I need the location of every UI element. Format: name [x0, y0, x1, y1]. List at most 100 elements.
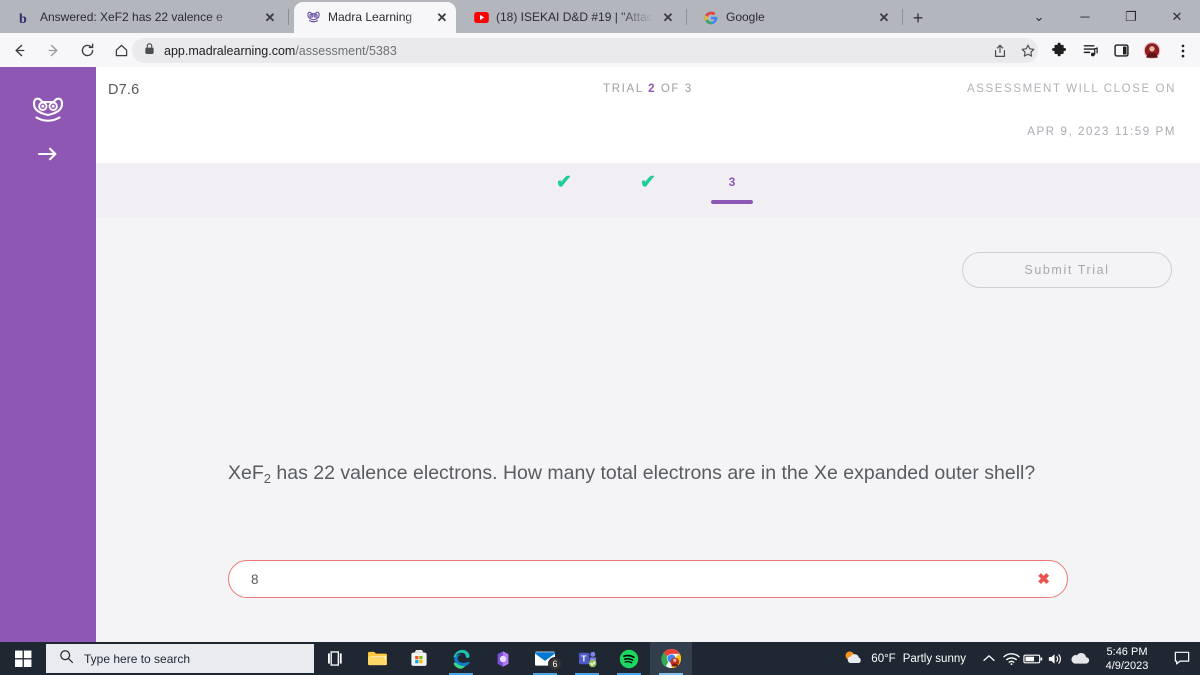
screen: b Answered: XeF2 has 22 valence e ✕ Madr	[0, 0, 1200, 675]
start-button[interactable]	[0, 642, 46, 675]
onedrive-icon[interactable]	[1066, 642, 1092, 675]
step-underline	[543, 200, 585, 204]
teams-icon[interactable]: T	[566, 642, 608, 675]
volume-icon[interactable]	[1044, 642, 1066, 675]
back-arrow-icon[interactable]	[4, 35, 34, 65]
tab-close-icon[interactable]: ✕	[262, 10, 278, 26]
question-stepper: ✔ ✔ 3	[96, 163, 1200, 217]
question-formula-subscript: 2	[263, 471, 271, 486]
tab-separator	[902, 9, 903, 25]
file-explorer-icon[interactable]	[356, 642, 398, 675]
omnibox-actions	[991, 38, 1037, 63]
stepper-step-2[interactable]: ✔	[627, 170, 669, 204]
lock-icon	[144, 42, 155, 60]
search-icon	[59, 649, 74, 669]
tab-title: (18) ISEKAI D&D #19 | "Attack on	[496, 10, 653, 24]
address-bar-url: app.madralearning.com/assessment/5383	[164, 44, 397, 58]
tab-close-icon[interactable]: ✕	[434, 10, 450, 26]
question-text: XeF2 has 22 valence electrons. How many …	[228, 456, 1058, 492]
browser-tab-4[interactable]: Google ✕	[692, 2, 898, 33]
trial-prefix: TRIAL	[603, 83, 644, 95]
answer-error-icon: ✖	[1037, 571, 1050, 588]
battery-icon[interactable]	[1022, 642, 1044, 675]
check-icon: ✔	[556, 171, 572, 193]
tab-search-chevron-icon[interactable]: ⌄	[1016, 0, 1062, 33]
reload-icon[interactable]	[72, 35, 102, 65]
owl-icon	[305, 10, 321, 26]
address-bar[interactable]: app.madralearning.com/assessment/5383	[132, 38, 1038, 63]
answer-field-wrapper: ✖	[228, 560, 1068, 598]
notification-center-icon[interactable]	[1164, 642, 1200, 675]
browser-tab-1[interactable]: b Answered: XeF2 has 22 valence e ✕	[6, 2, 284, 33]
chevron-up-icon[interactable]	[978, 642, 1000, 675]
google-g-icon	[703, 10, 719, 26]
tab-title: Google	[726, 10, 765, 24]
url-host: app.madralearning.com	[164, 43, 296, 58]
mail-badge: 6	[548, 657, 562, 671]
spotify-icon[interactable]	[608, 642, 650, 675]
browser-tab-3[interactable]: (18) ISEKAI D&D #19 | "Attack on ✕	[462, 2, 682, 33]
bookmark-star-icon[interactable]	[1019, 42, 1037, 60]
arrow-right-icon[interactable]	[35, 143, 61, 165]
trial-current: 2	[648, 83, 657, 95]
tab-separator	[288, 9, 289, 25]
close-window-button[interactable]: ✕	[1154, 0, 1200, 33]
stepper-step-1[interactable]: ✔	[543, 170, 585, 204]
browser-tab-2[interactable]: Madra Learning ✕	[294, 2, 456, 33]
edge-icon[interactable]	[440, 642, 482, 675]
clock-time: 5:46 PM	[1106, 645, 1148, 658]
stepper-items: ✔ ✔ 3	[96, 170, 1200, 204]
weather-desc: Partly sunny	[902, 652, 966, 665]
profile-avatar[interactable]	[1143, 42, 1161, 60]
task-view-icon[interactable]	[314, 642, 356, 675]
side-panel-icon[interactable]	[1112, 42, 1130, 60]
closing-datetime: APR 9, 2023 11:59 PM	[1027, 126, 1176, 138]
weather-widget[interactable]: 60°F Partly sunny	[842, 649, 978, 669]
taskbar-clock[interactable]: 5:46 PM 4/9/2023	[1092, 645, 1164, 673]
clock-date: 4/9/2023	[1105, 659, 1149, 672]
minimize-button[interactable]: ─	[1062, 0, 1108, 33]
trial-suffix: OF 3	[660, 83, 693, 95]
assessment-content: D7.6 TRIAL 2 OF 3 ASSESSMENT WILL CLOSE …	[96, 67, 1200, 675]
app-sidebar	[0, 67, 96, 642]
check-icon: ✔	[640, 171, 656, 193]
office-icon[interactable]	[482, 642, 524, 675]
browser-toolbar: app.madralearning.com/assessment/5383	[0, 33, 1200, 67]
forward-arrow-icon[interactable]	[38, 35, 68, 65]
chrome-icon[interactable]	[650, 642, 692, 675]
question-panel: Submit Trial XeF2 has 22 valence electro…	[96, 217, 1200, 675]
microsoft-store-icon[interactable]	[398, 642, 440, 675]
url-path: /assessment/5383	[295, 43, 397, 58]
step-underline	[711, 200, 753, 204]
answer-input[interactable]	[228, 560, 1068, 598]
youtube-icon	[473, 10, 489, 26]
assessment-header: D7.6 TRIAL 2 OF 3 ASSESSMENT WILL CLOSE …	[96, 67, 1200, 163]
extensions-puzzle-icon[interactable]	[1050, 42, 1068, 60]
chrome-menu-icon[interactable]	[1174, 42, 1192, 60]
mail-icon[interactable]: 6	[524, 642, 566, 675]
page-viewport: D7.6 TRIAL 2 OF 3 ASSESSMENT WILL CLOSE …	[0, 67, 1200, 675]
wifi-icon[interactable]	[1000, 642, 1022, 675]
taskbar-search[interactable]: Type here to search	[46, 644, 314, 673]
closing-label: ASSESSMENT WILL CLOSE ON	[966, 83, 1176, 95]
svg-text:b: b	[19, 12, 27, 25]
stepper-step-3[interactable]: 3	[711, 170, 753, 204]
reading-list-icon[interactable]	[1081, 42, 1099, 60]
tab-close-icon[interactable]: ✕	[660, 10, 676, 26]
share-icon[interactable]	[991, 42, 1009, 60]
maximize-button[interactable]: ❐	[1108, 0, 1154, 33]
owl-logo[interactable]	[30, 96, 66, 126]
system-tray: 60°F Partly sunny 5:46 PM 4/9/2023	[842, 642, 1200, 675]
question-body: has 22 valence electrons. How many total…	[271, 462, 1036, 484]
browser-action-icons	[1050, 38, 1192, 63]
tab-close-icon[interactable]: ✕	[876, 10, 892, 26]
new-tab-button[interactable]: +	[905, 6, 931, 30]
browser-chrome: b Answered: XeF2 has 22 valence e ✕ Madr	[0, 0, 1200, 67]
taskbar-search-placeholder: Type here to search	[84, 651, 191, 666]
tab-strip: b Answered: XeF2 has 22 valence e ✕ Madr	[0, 0, 1200, 33]
weather-temp: 60°F	[871, 652, 896, 665]
weather-icon	[842, 649, 864, 669]
submit-trial-button[interactable]: Submit Trial	[962, 252, 1172, 288]
question-formula-before: XeF	[228, 462, 264, 484]
assessment-closing: ASSESSMENT WILL CLOSE ON APR 9, 2023 11:…	[967, 83, 1176, 138]
